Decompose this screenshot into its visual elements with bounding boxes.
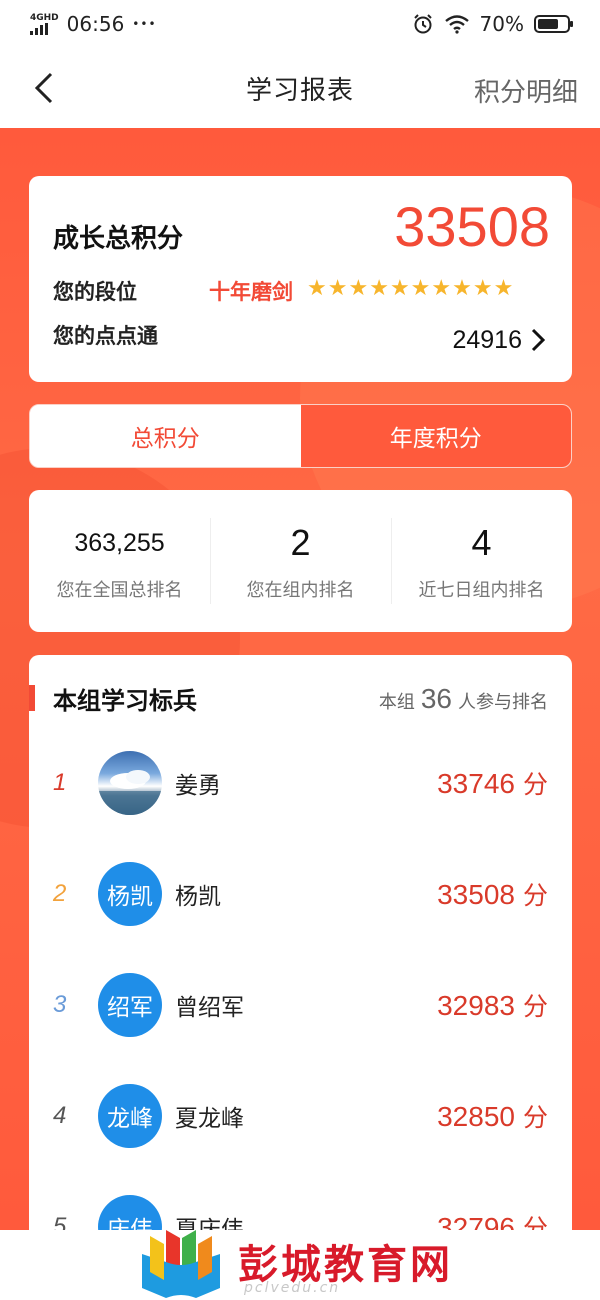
total-score-value: 33508 (394, 195, 550, 258)
rank-stars: ★ ★ ★ ★ ★ ★ ★ ★ ★ ★ (307, 277, 513, 301)
member-name: 姜勇 (175, 773, 221, 799)
score-unit: 分 (522, 992, 548, 1021)
star-icon: ★ (410, 276, 431, 301)
star-icon: ★ (452, 276, 472, 301)
star-icon: ★ (369, 276, 389, 301)
points-detail-link[interactable]: 积分明细 (474, 72, 578, 109)
points-value[interactable]: 24916 (452, 326, 522, 355)
member-name: 夏龙峰 (175, 1106, 244, 1132)
network-type: 4GHD (30, 12, 59, 23)
group-rank-value: 2 (290, 522, 311, 563)
national-rank: 363,255 您在全国总排名 (29, 490, 210, 632)
growth-score-card: 成长总积分 33508 您的段位 十年磨剑 ★ ★ ★ ★ ★ ★ ★ ★ ★ ★ 您的点点通 2… (29, 176, 572, 382)
row-rank: 4 (53, 1102, 67, 1129)
ranking-summary-card: 363,255 您在全国总排名 2 您在组内排名 4 近七日组内排名 (29, 490, 572, 632)
score-unit: 分 (522, 770, 548, 799)
weekly-group-rank: 4 近七日组内排名 (391, 490, 572, 632)
star-icon: ★ (389, 276, 410, 301)
score-tabs: 总积分 年度积分 (29, 404, 572, 468)
member-score-value: 33508 (437, 879, 515, 910)
leaderboard-row[interactable]: 2 杨凯 杨凯 33508 分 (29, 854, 572, 934)
row-rank: 1 (53, 769, 67, 796)
back-button[interactable] (24, 68, 64, 108)
rank-level-label: 您的段位 (53, 280, 137, 304)
avatar (98, 751, 162, 815)
member-name: 杨凯 (175, 884, 221, 910)
status-right: 70% (412, 12, 573, 36)
leaderboard-row[interactable]: 1 姜勇 33746 分 (29, 743, 572, 823)
avatar: 龙峰 (98, 1084, 162, 1148)
watermark-url: pclvedu.cn (244, 1280, 341, 1296)
leaderboard-row[interactable]: 3 绍军 曾绍军 32983 分 (29, 965, 572, 1045)
group-leaderboard: 本组学习标兵 本组 36 人参与排名 1 姜勇 33746 分 2 杨凯 杨凯 … (29, 655, 572, 1255)
star-icon: ★ (348, 276, 369, 301)
member-score: 33746 分 (437, 765, 548, 801)
group-rank: 2 您在组内排名 (210, 490, 391, 632)
member-score-value: 32983 (437, 990, 515, 1021)
signal-icon: 4GHD (30, 12, 59, 35)
weekly-group-rank-label: 近七日组内排名 (418, 580, 545, 601)
app-header: 学习报表 积分明细 (0, 48, 600, 128)
rank-level-name: 十年磨剑 (209, 280, 293, 304)
score-unit: 分 (522, 881, 548, 910)
score-unit: 分 (522, 1103, 548, 1132)
national-rank-value: 363,255 (74, 528, 165, 557)
status-bar: 4GHD 06:56 ••• 70% (0, 0, 600, 48)
leaderboard-title: 本组学习标兵 (53, 687, 197, 715)
status-time: 06:56 (66, 12, 125, 36)
avatar: 绍军 (98, 973, 162, 1037)
alarm-icon (413, 14, 432, 34)
star-icon: ★ (327, 276, 348, 301)
leaderboard-row[interactable]: 4 龙峰 夏龙峰 32850 分 (29, 1076, 572, 1156)
participant-count-prefix: 本组 (378, 692, 415, 713)
member-score: 33508 分 (437, 876, 548, 912)
member-score-value: 32850 (437, 1101, 515, 1132)
star-icon: ★ (307, 276, 327, 301)
member-score: 32850 分 (437, 1098, 548, 1134)
battery-icon (534, 15, 573, 33)
site-watermark: 彭城教育网 pclvedu.cn (136, 1224, 476, 1300)
avatar: 杨凯 (98, 862, 162, 926)
points-label: 您的点点通 (53, 324, 158, 348)
chevron-right-icon[interactable] (528, 326, 548, 354)
status-more-dots: ••• (132, 17, 157, 31)
tab-annual-score[interactable]: 年度积分 (300, 405, 571, 467)
battery-percent: 70% (479, 12, 524, 36)
row-rank: 3 (53, 991, 67, 1018)
section-marker (29, 685, 35, 711)
participant-count: 本组 36 人参与排名 (379, 683, 548, 715)
star-icon: ★ (493, 276, 514, 301)
national-rank-label: 您在全国总排名 (56, 580, 183, 601)
member-name: 曾绍军 (175, 995, 244, 1021)
member-score: 32983 分 (437, 987, 548, 1023)
wifi-icon (444, 15, 469, 34)
weekly-group-rank-value: 4 (471, 522, 492, 563)
book-logo-icon (142, 1230, 220, 1298)
tab-total-score[interactable]: 总积分 (30, 405, 301, 467)
total-score-label: 成长总积分 (53, 224, 184, 254)
sky-photo-icon (98, 770, 162, 815)
star-icon: ★ (472, 276, 493, 301)
chevron-left-icon (34, 72, 53, 104)
participant-count-value: 36 (420, 683, 452, 714)
page-title: 学习报表 (245, 75, 354, 106)
star-icon: ★ (431, 276, 452, 301)
group-rank-label: 您在组内排名 (246, 580, 355, 601)
member-score-value: 33746 (437, 768, 515, 799)
status-left: 4GHD 06:56 ••• (30, 12, 157, 36)
participant-count-suffix: 人参与排名 (458, 692, 548, 713)
row-rank: 2 (53, 880, 67, 907)
